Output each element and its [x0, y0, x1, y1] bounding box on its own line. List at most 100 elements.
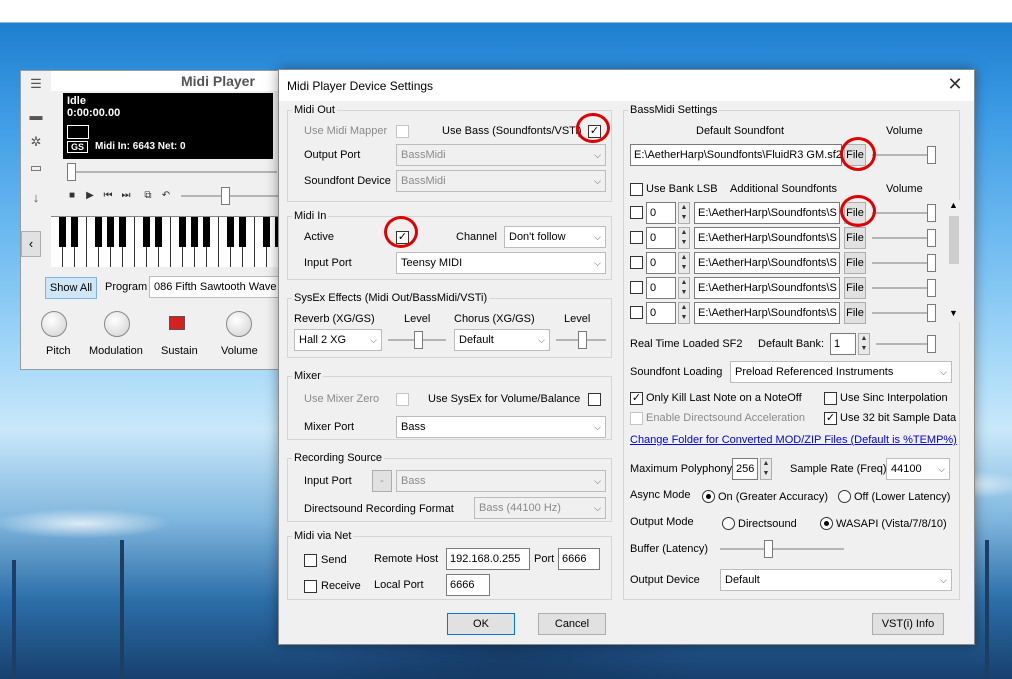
- soundfont-enable-checkbox[interactable]: [630, 306, 643, 319]
- scroll-down-icon[interactable]: ▼: [949, 308, 958, 318]
- piano-black-key[interactable]: [191, 217, 198, 247]
- ok-button[interactable]: OK: [447, 613, 515, 635]
- scrollbar-thumb[interactable]: [949, 216, 959, 264]
- chevron-left-icon[interactable]: ‹: [21, 231, 41, 257]
- default-bank-input[interactable]: 1: [830, 333, 856, 355]
- soundfont-bank-spinner[interactable]: ▲ ▼: [678, 302, 690, 324]
- wasapi-radio[interactable]: [820, 517, 833, 530]
- piano-black-key[interactable]: [203, 217, 210, 247]
- sample-rate-select[interactable]: 44100 ⌵: [886, 458, 950, 480]
- soundfont-file-button[interactable]: File: [844, 252, 866, 274]
- scroll-up-icon[interactable]: ▲: [949, 200, 958, 210]
- only-kill-checkbox[interactable]: ✓: [630, 392, 643, 405]
- piano-black-key[interactable]: [107, 217, 114, 247]
- use-32bit-checkbox[interactable]: ✓: [824, 412, 837, 425]
- ds-recording-format-select[interactable]: Bass (44100 Hz) ⌵: [474, 497, 606, 519]
- buffer-latency-slider[interactable]: [720, 538, 844, 560]
- soundfont-volume-slider[interactable]: [872, 227, 936, 249]
- piano-black-key[interactable]: [227, 217, 234, 247]
- soundfont-bank-spinner[interactable]: ▲ ▼: [678, 252, 690, 274]
- async-on-radio[interactable]: [702, 490, 715, 503]
- close-icon[interactable]: ✕: [944, 74, 966, 95]
- channel-select[interactable]: Don't follow ⌵: [504, 226, 606, 248]
- output-device-select[interactable]: Default ⌵: [720, 569, 952, 591]
- vst-info-button[interactable]: VST(i) Info: [872, 613, 944, 635]
- soundfont-loading-select[interactable]: Preload Referenced Instruments ⌵: [730, 361, 952, 383]
- soundfont-device-select[interactable]: BassMidi ⌵: [396, 170, 606, 192]
- async-off-radio[interactable]: [838, 490, 851, 503]
- undo-icon[interactable]: ↶: [155, 185, 177, 207]
- output-port-select[interactable]: BassMidi ⌵: [396, 144, 606, 166]
- soundfont-bank-spinner[interactable]: ▲ ▼: [678, 277, 690, 299]
- pitch-knob[interactable]: [41, 311, 67, 337]
- soundfont-bank-input[interactable]: 0: [646, 202, 676, 224]
- soundfont-path-input[interactable]: E:\AetherHarp\Soundfonts\S: [694, 277, 840, 299]
- piano-black-key[interactable]: [179, 217, 186, 247]
- send-checkbox[interactable]: [304, 554, 317, 567]
- soundfont-bank-input[interactable]: 0: [646, 277, 676, 299]
- local-port-input[interactable]: 6666: [446, 574, 490, 596]
- use-bank-lsb-checkbox[interactable]: [630, 183, 643, 196]
- soundfont-file-button[interactable]: File: [844, 277, 866, 299]
- gear-icon[interactable]: ✲: [28, 135, 44, 149]
- tempo-slider[interactable]: [181, 185, 281, 207]
- soundfont-enable-checkbox[interactable]: [630, 256, 643, 269]
- soundfont-bank-input[interactable]: 0: [646, 227, 676, 249]
- mixer-port-select[interactable]: Bass ⌵: [396, 416, 606, 438]
- piano-keyboard[interactable]: [51, 216, 311, 267]
- reverb-select[interactable]: Hall 2 XG ⌵: [294, 329, 382, 351]
- soundfont-bank-spinner[interactable]: ▲ ▼: [678, 227, 690, 249]
- soundfont-volume-slider[interactable]: [872, 302, 936, 324]
- position-slider[interactable]: [67, 161, 277, 183]
- ds-acceleration-checkbox[interactable]: [630, 412, 643, 425]
- directsound-radio[interactable]: [722, 517, 735, 530]
- soundfont-path-input[interactable]: E:\AetherHarp\Soundfonts\S: [694, 252, 840, 274]
- chorus-select[interactable]: Default ⌵: [454, 329, 550, 351]
- piano-black-key[interactable]: [119, 217, 126, 247]
- receive-checkbox[interactable]: [304, 580, 317, 593]
- modulation-knob[interactable]: [104, 311, 130, 337]
- piano-black-key[interactable]: [71, 217, 78, 247]
- default-soundfont-input[interactable]: E:\AetherHarp\Soundfonts\FluidR3 GM.sf2: [630, 144, 842, 166]
- folder-icon[interactable]: ▬: [28, 109, 44, 123]
- recording-input-port-button[interactable]: -: [372, 470, 392, 492]
- piano-black-key[interactable]: [143, 217, 150, 247]
- soundfont-path-input[interactable]: E:\AetherHarp\Soundfonts\S: [694, 302, 840, 324]
- dialog-titlebar[interactable]: Midi Player Device Settings ✕: [279, 70, 974, 101]
- soundfont-volume-slider[interactable]: [872, 277, 936, 299]
- use-mixer-zero-checkbox[interactable]: [396, 393, 409, 406]
- use-midi-mapper-checkbox[interactable]: [396, 125, 409, 138]
- piano-black-key[interactable]: [263, 217, 270, 247]
- piano-black-key[interactable]: [239, 217, 246, 247]
- cancel-button[interactable]: Cancel: [538, 613, 606, 635]
- change-folder-link[interactable]: Change Folder for Converted MOD/ZIP File…: [630, 434, 957, 446]
- midi-player-window[interactable]: Midi Player ☰ ▬ ✲ ▭ ↓ Idle 0:00:00.00 GS…: [20, 70, 311, 370]
- port-input[interactable]: 6666: [558, 548, 600, 570]
- default-soundfont-volume-slider[interactable]: [872, 144, 936, 166]
- soundfont-enable-checkbox[interactable]: [630, 281, 643, 294]
- arrow-down-icon[interactable]: ↓: [28, 191, 44, 205]
- show-all-button[interactable]: Show All: [45, 277, 97, 299]
- soundfont-volume-slider[interactable]: [872, 252, 936, 274]
- use-sysex-volume-checkbox[interactable]: [588, 393, 601, 406]
- soundfont-enable-checkbox[interactable]: [630, 206, 643, 219]
- soundfont-bank-input[interactable]: 0: [646, 252, 676, 274]
- soundfont-file-button[interactable]: File: [844, 302, 866, 324]
- max-polyphony-input[interactable]: 256: [732, 458, 758, 480]
- piano-black-key[interactable]: [59, 217, 66, 247]
- chorus-level-slider[interactable]: [556, 329, 606, 351]
- soundfont-bank-input[interactable]: 0: [646, 302, 676, 324]
- remote-host-input[interactable]: 192.168.0.255: [446, 548, 530, 570]
- default-bank-spinner[interactable]: ▲ ▼: [858, 333, 870, 355]
- recording-input-port-select[interactable]: Bass ⌵: [396, 470, 606, 492]
- soundfont-bank-spinner[interactable]: ▲ ▼: [678, 202, 690, 224]
- realtime-volume-slider[interactable]: [876, 333, 936, 355]
- soundfont-volume-slider[interactable]: [872, 202, 936, 224]
- soundfont-list-scrollbar[interactable]: ▲ ▼: [946, 200, 962, 322]
- skip-forward-icon[interactable]: ⏭: [115, 185, 137, 207]
- comment-icon[interactable]: ▭: [28, 161, 44, 175]
- reverb-level-slider[interactable]: [388, 329, 446, 351]
- sinc-interpolation-checkbox[interactable]: [824, 392, 837, 405]
- input-port-select[interactable]: Teensy MIDI ⌵: [396, 252, 606, 274]
- volume-knob[interactable]: [226, 311, 252, 337]
